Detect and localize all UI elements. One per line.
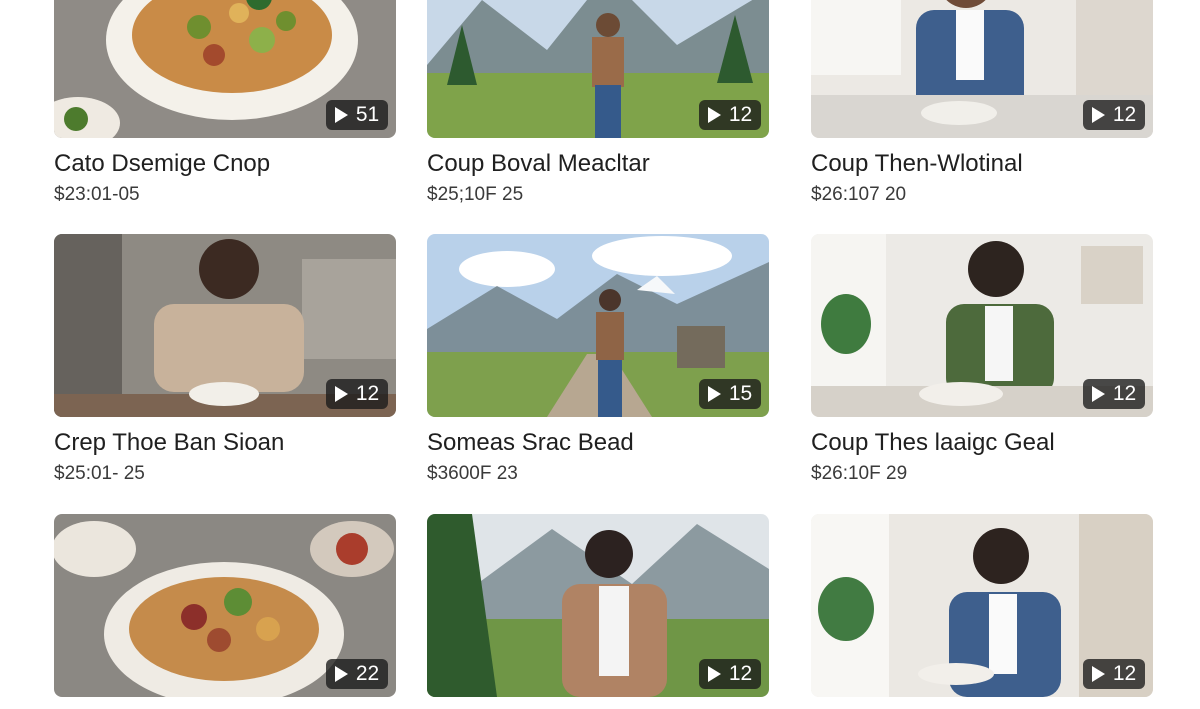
video-price: $25;10F 25 [427,184,524,205]
video-card[interactable]: 22 [54,514,396,709]
video-thumbnail[interactable]: 12 [427,514,769,697]
video-title[interactable]: Crep Thoe Ban Sioan [54,429,396,457]
play-count-badge: 12 [1083,659,1145,689]
video-card[interactable]: 12 Coup Thes laaigc Geal $26:10F 29 [811,234,1153,485]
video-card[interactable]: 12 Crep Thoe Ban Sioan $25:01- 25 [54,234,396,485]
video-title[interactable]: Coup Then-Wlotinal [811,150,1153,178]
video-thumbnail[interactable]: 12 [54,234,396,417]
play-icon [334,107,348,123]
play-icon [334,666,348,682]
play-count-badge: 12 [699,100,761,130]
video-card[interactable]: 12 Coup Then-Wlotinal $26:107 20 [811,0,1153,206]
video-price: $23:01-05 [54,184,140,205]
video-title[interactable]: Coup Boval Meacltar [427,150,769,178]
play-icon [707,386,721,402]
play-count: 12 [1112,662,1137,685]
play-count: 12 [1112,103,1137,126]
play-icon [707,107,721,123]
video-card[interactable]: 12 [811,514,1153,709]
play-icon [1091,666,1105,682]
play-count-badge: 22 [326,659,388,689]
play-icon [1091,386,1105,402]
video-thumbnail[interactable]: 22 [54,514,396,697]
play-count-badge: 15 [699,379,761,409]
video-card[interactable]: 15 Someas Srac Bead $3600F 23 [427,234,769,485]
play-count: 12 [728,103,753,126]
play-count: 22 [355,662,380,685]
video-price: $25:01- 25 [54,463,145,484]
play-count: 12 [1112,382,1137,405]
video-card[interactable]: 12 [427,514,769,709]
play-icon [707,666,721,682]
video-price: $26:107 20 [811,184,907,205]
play-count: 12 [728,662,753,685]
video-thumbnail[interactable]: 12 [811,0,1153,138]
video-card[interactable]: 51 Cato Dsemige Cnop $23:01-05 [54,0,396,206]
video-price: $3600F 23 [427,463,518,484]
play-count: 12 [355,382,380,405]
video-thumbnail[interactable]: 12 [427,0,769,138]
play-count-badge: 12 [699,659,761,689]
video-thumbnail[interactable]: 15 [427,234,769,417]
play-icon [1091,107,1105,123]
play-count: 51 [355,103,380,126]
play-count-badge: 12 [326,379,388,409]
video-title[interactable]: Coup Thes laaigc Geal [811,429,1153,457]
play-count: 15 [728,382,753,405]
play-icon [334,386,348,402]
video-thumbnail[interactable]: 51 [54,0,396,138]
video-price: $26:10F 29 [811,463,908,484]
video-title[interactable]: Cato Dsemige Cnop [54,150,396,178]
video-card[interactable]: 12 Coup Boval Meacltar $25;10F 25 [427,0,769,206]
play-count-badge: 12 [1083,379,1145,409]
video-title[interactable]: Someas Srac Bead [427,429,769,457]
video-thumbnail[interactable]: 12 [811,234,1153,417]
play-count-badge: 12 [1083,100,1145,130]
video-thumbnail[interactable]: 12 [811,514,1153,697]
play-count-badge: 51 [326,100,388,130]
